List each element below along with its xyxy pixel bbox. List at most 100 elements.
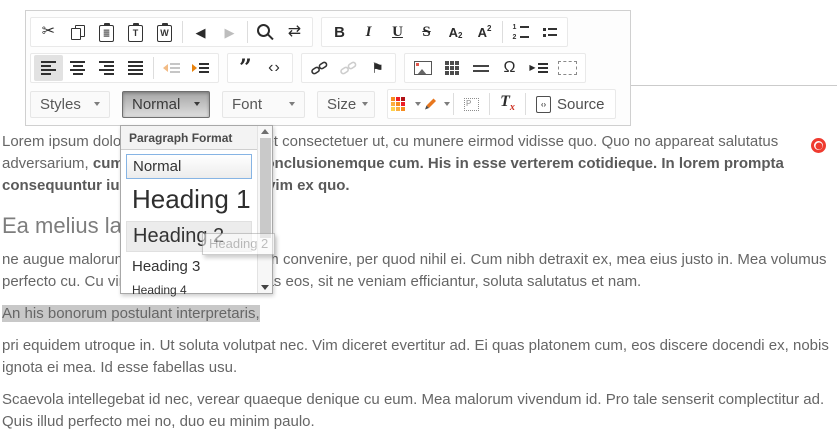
dropdown-item-heading-1[interactable]: Heading 1 xyxy=(126,182,252,218)
toolbar-row-2: ” ‹› ⚑ xyxy=(30,51,626,85)
outdent-button xyxy=(157,55,186,81)
italic-button[interactable]: I xyxy=(354,19,383,45)
underline-icon: U xyxy=(392,24,403,41)
chevron-down-icon xyxy=(194,102,200,106)
blockquote-button[interactable]: ” xyxy=(231,55,260,81)
special-character-button[interactable]: Ω xyxy=(495,55,524,81)
undo-icon: ◀ xyxy=(196,26,206,39)
horizontal-rule-icon xyxy=(473,65,489,72)
paragraph-format-dropdown: Paragraph Format Normal Heading 1 Headin… xyxy=(120,125,273,294)
replace-button[interactable]: ⇄ xyxy=(280,19,309,45)
outdent-icon xyxy=(163,63,180,73)
cut-button[interactable]: ✂ xyxy=(34,19,63,45)
align-left-button[interactable] xyxy=(34,55,63,81)
superscript-button[interactable]: A2 xyxy=(470,19,499,45)
color-grid-icon xyxy=(391,97,405,111)
iframe-button[interactable] xyxy=(553,55,582,81)
omega-icon: Ω xyxy=(504,60,516,76)
chevron-down-icon xyxy=(289,102,295,106)
underline-button[interactable]: U xyxy=(383,19,412,45)
find-button[interactable] xyxy=(251,19,280,45)
anchor-flag-icon: ⚑ xyxy=(371,61,384,75)
paragraph-format-combo[interactable]: Normal xyxy=(122,91,210,118)
toolbar-separator xyxy=(153,57,154,79)
indent-icon xyxy=(192,63,209,73)
toolbar-separator xyxy=(489,93,490,115)
page-break-button[interactable]: ▶ xyxy=(524,55,553,81)
align-center-button[interactable] xyxy=(63,55,92,81)
paste-icon: ≣ xyxy=(99,25,114,42)
dropdown-items: Normal Heading 1 Heading 2 Heading 3 Hea… xyxy=(121,150,257,305)
paste-from-word-icon: W xyxy=(157,25,172,42)
paragraph[interactable]: Scaevola intellegebat id nec, verear qua… xyxy=(2,389,833,433)
table-icon xyxy=(445,61,459,75)
dropdown-item-normal[interactable]: Normal xyxy=(126,154,252,179)
numbered-list-icon: 1 2 xyxy=(513,24,529,41)
format-combo-label: Normal xyxy=(132,96,180,113)
subscript-button[interactable]: A2 xyxy=(441,19,470,45)
styles-combo[interactable]: Styles xyxy=(30,91,110,118)
bold-button[interactable]: B xyxy=(325,19,354,45)
strikethrough-button[interactable]: S xyxy=(412,19,441,45)
editor-top-border xyxy=(631,85,837,86)
code-snippet-button[interactable]: ‹› xyxy=(260,55,289,81)
paste-from-word-button[interactable]: W xyxy=(150,19,179,45)
styles-combo-label: Styles xyxy=(40,96,81,113)
page-break-icon: ▶ xyxy=(529,63,547,73)
remove-format-button[interactable]: Tx xyxy=(493,91,522,117)
align-center-icon xyxy=(70,61,85,75)
selected-text[interactable]: An his bonorum postulant interpretaris, xyxy=(2,305,260,322)
dropdown-header: Paragraph Format xyxy=(121,126,257,150)
redo-icon: ▶ xyxy=(225,26,235,39)
unlink-button xyxy=(334,55,363,81)
dropdown-scrollbar[interactable] xyxy=(257,126,272,293)
chevron-down-icon xyxy=(444,102,450,106)
font-combo-label: Font xyxy=(232,96,262,113)
record-marker-icon xyxy=(811,138,826,153)
paste-plain-text-button[interactable]: T xyxy=(121,19,150,45)
table-button[interactable] xyxy=(437,55,466,81)
copy-icon xyxy=(71,25,85,40)
toolbar-separator xyxy=(247,21,248,43)
scrollbar-thumb[interactable] xyxy=(260,138,271,238)
chevron-down-icon xyxy=(94,102,100,106)
editor-toolbar: ✂ ≣ T W ◀ ▶ ⇄ B I U S A2 A2 1 2 xyxy=(25,10,631,126)
anchor-button[interactable]: ⚑ xyxy=(363,55,392,81)
scroll-down-icon[interactable] xyxy=(261,285,269,290)
scroll-up-icon[interactable] xyxy=(261,129,269,134)
align-right-button[interactable] xyxy=(92,55,121,81)
dropdown-item-heading-4[interactable]: Heading 4 xyxy=(126,281,252,301)
source-button[interactable]: ‹› Source xyxy=(529,96,612,113)
font-combo[interactable]: Font xyxy=(222,91,305,118)
copy-button[interactable] xyxy=(63,19,92,45)
paragraph[interactable]: pri equidem utroque in. Ut soluta volutp… xyxy=(2,335,833,379)
heading-2-tooltip: Heading 2 xyxy=(202,233,275,255)
blocks-group: ” ‹› xyxy=(227,53,293,83)
size-combo-label: Size xyxy=(327,96,356,113)
remove-format-icon: Tx xyxy=(500,94,515,113)
bulleted-list-icon xyxy=(543,28,557,37)
background-color-button[interactable] xyxy=(421,91,450,117)
clipboard-group: ✂ ≣ T W ◀ ▶ ⇄ xyxy=(30,17,313,47)
show-blocks-icon: P xyxy=(464,98,479,111)
paste-button[interactable]: ≣ xyxy=(92,19,121,45)
link-button[interactable] xyxy=(305,55,334,81)
paragraph[interactable]: An his bonorum postulant interpretaris, xyxy=(2,303,833,325)
indent-button[interactable] xyxy=(186,55,215,81)
justify-button[interactable] xyxy=(121,55,150,81)
show-blocks-button[interactable]: P xyxy=(457,91,486,117)
image-button[interactable] xyxy=(408,55,437,81)
dropdown-list: Paragraph Format Normal Heading 1 Headin… xyxy=(121,126,257,293)
bulleted-list-button[interactable] xyxy=(535,19,564,45)
text-color-button[interactable] xyxy=(391,91,421,117)
unlink-icon xyxy=(340,60,357,76)
horizontal-rule-button[interactable] xyxy=(466,55,495,81)
size-combo[interactable]: Size xyxy=(317,91,375,118)
numbered-list-button[interactable]: 1 2 xyxy=(506,19,535,45)
dropdown-item-heading-3[interactable]: Heading 3 xyxy=(126,255,252,278)
superscript-icon: A2 xyxy=(478,25,492,40)
chevron-down-icon xyxy=(362,102,368,106)
redo-button: ▶ xyxy=(215,19,244,45)
toolbar-separator xyxy=(182,21,183,43)
undo-button[interactable]: ◀ xyxy=(186,19,215,45)
